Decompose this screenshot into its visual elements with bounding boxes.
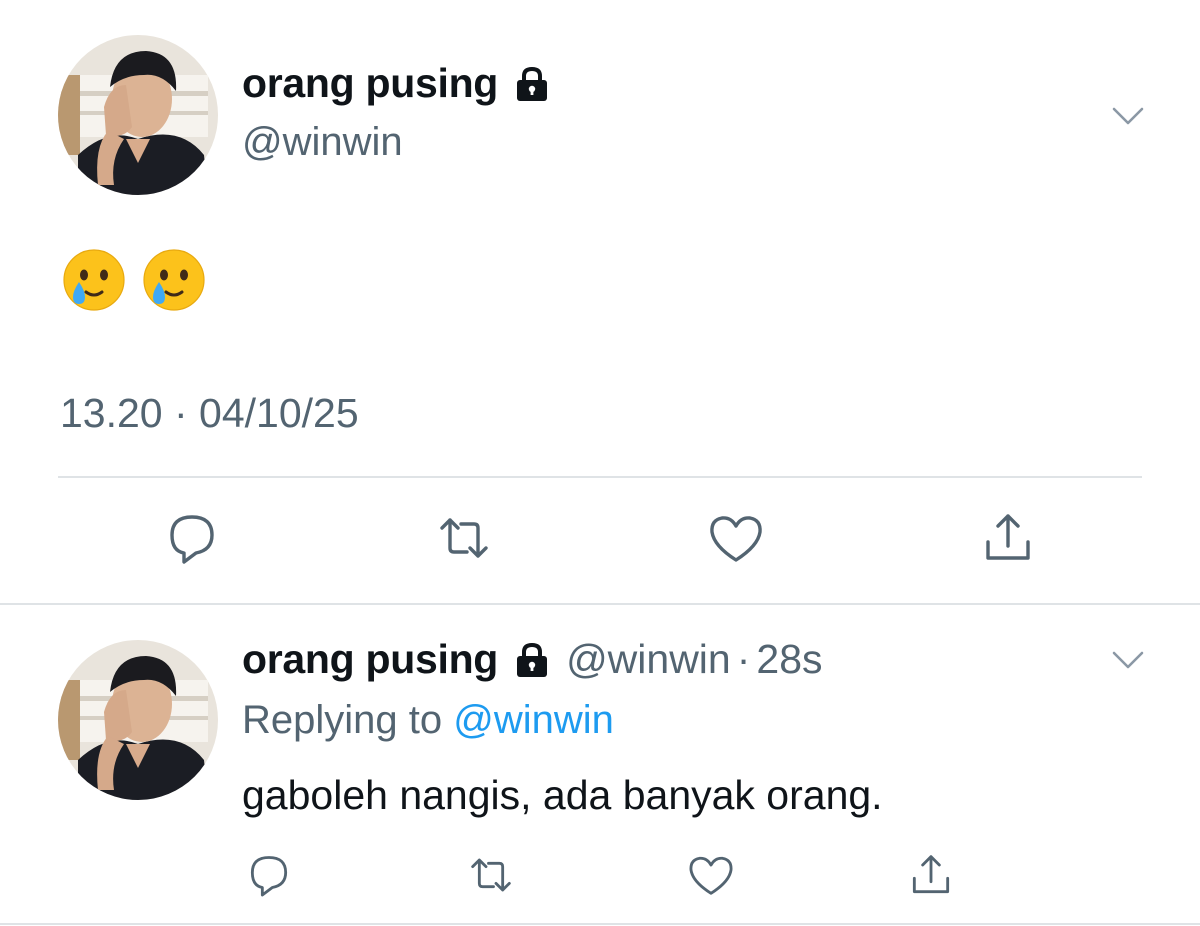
reply-icon[interactable]: [162, 508, 222, 568]
separator-dot: ·: [736, 636, 751, 682]
reply-icon[interactable]: [244, 850, 294, 900]
display-name[interactable]: orang pusing: [242, 636, 498, 683]
retweet-icon[interactable]: [434, 508, 494, 568]
share-icon[interactable]: [906, 850, 956, 900]
avatar[interactable]: [58, 35, 218, 195]
replying-to-line: Replying to @winwin: [242, 698, 614, 743]
divider: [0, 603, 1200, 605]
handle[interactable]: @winwin: [566, 636, 731, 683]
display-name[interactable]: orang pusing: [242, 60, 498, 107]
handle[interactable]: @winwin: [242, 120, 403, 165]
tweet-text: gaboleh nangis, ada banyak orang.: [242, 772, 883, 818]
tweet-body: [62, 248, 206, 312]
reply-tweet-header: orang pusing @winwin · 28s: [242, 636, 823, 683]
tweet-timestamp[interactable]: 13.20 · 04/10/25: [60, 390, 359, 437]
avatar-photo: [58, 35, 218, 195]
lock-icon: [512, 640, 552, 680]
like-icon[interactable]: [686, 850, 736, 900]
avatar-photo: [58, 640, 218, 800]
smiling-face-with-tear-icon: [142, 248, 206, 312]
divider: [0, 923, 1200, 925]
retweet-icon[interactable]: [466, 850, 516, 900]
smiling-face-with-tear-icon: [62, 248, 126, 312]
main-tweet-author[interactable]: orang pusing: [242, 60, 552, 107]
avatar[interactable]: [58, 640, 218, 800]
chevron-down-icon[interactable]: [1108, 96, 1148, 136]
chevron-down-icon[interactable]: [1108, 640, 1148, 680]
relative-time[interactable]: 28s: [756, 636, 822, 683]
share-icon[interactable]: [978, 508, 1038, 568]
lock-icon: [512, 64, 552, 104]
like-icon[interactable]: [706, 508, 766, 568]
replying-to-label: Replying to: [242, 698, 454, 742]
mention-link[interactable]: @winwin: [453, 698, 614, 742]
divider: [58, 476, 1142, 478]
